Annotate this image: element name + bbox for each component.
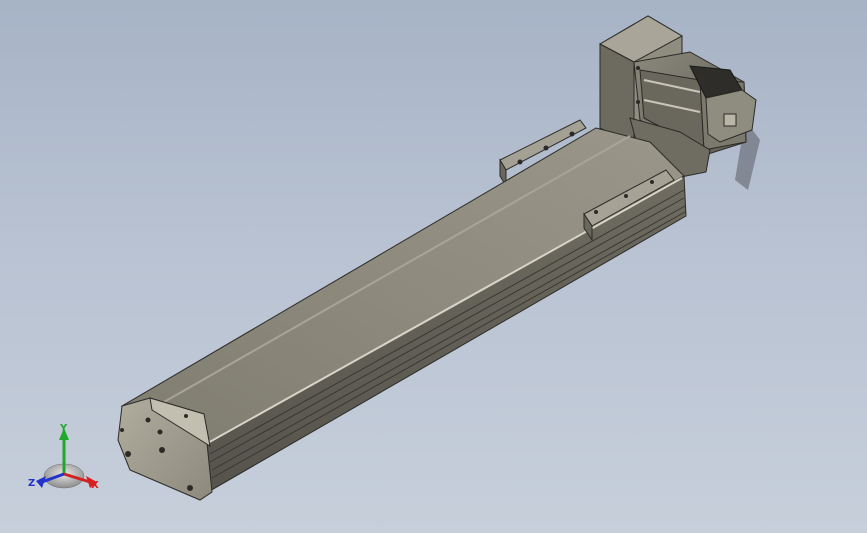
view-orientation-triad[interactable]: Y X Z — [28, 423, 99, 491]
mounting-hole — [159, 447, 165, 453]
motor-connector — [723, 113, 737, 127]
y-axis-label: Y — [59, 423, 68, 434]
mounting-hole — [187, 485, 193, 491]
z-axis-label: Z — [28, 478, 35, 489]
mounting-hole — [120, 428, 124, 432]
mounting-hole — [184, 414, 188, 418]
mounting-hole — [125, 451, 131, 457]
mounting-hole — [157, 429, 163, 435]
mounting-hole — [145, 417, 151, 423]
front-end-cap[interactable] — [117, 397, 213, 501]
model-canvas[interactable]: Y X Z — [0, 0, 867, 533]
x-axis-label: X — [91, 480, 99, 491]
graphics-viewport[interactable]: Y X Z — [0, 0, 867, 533]
